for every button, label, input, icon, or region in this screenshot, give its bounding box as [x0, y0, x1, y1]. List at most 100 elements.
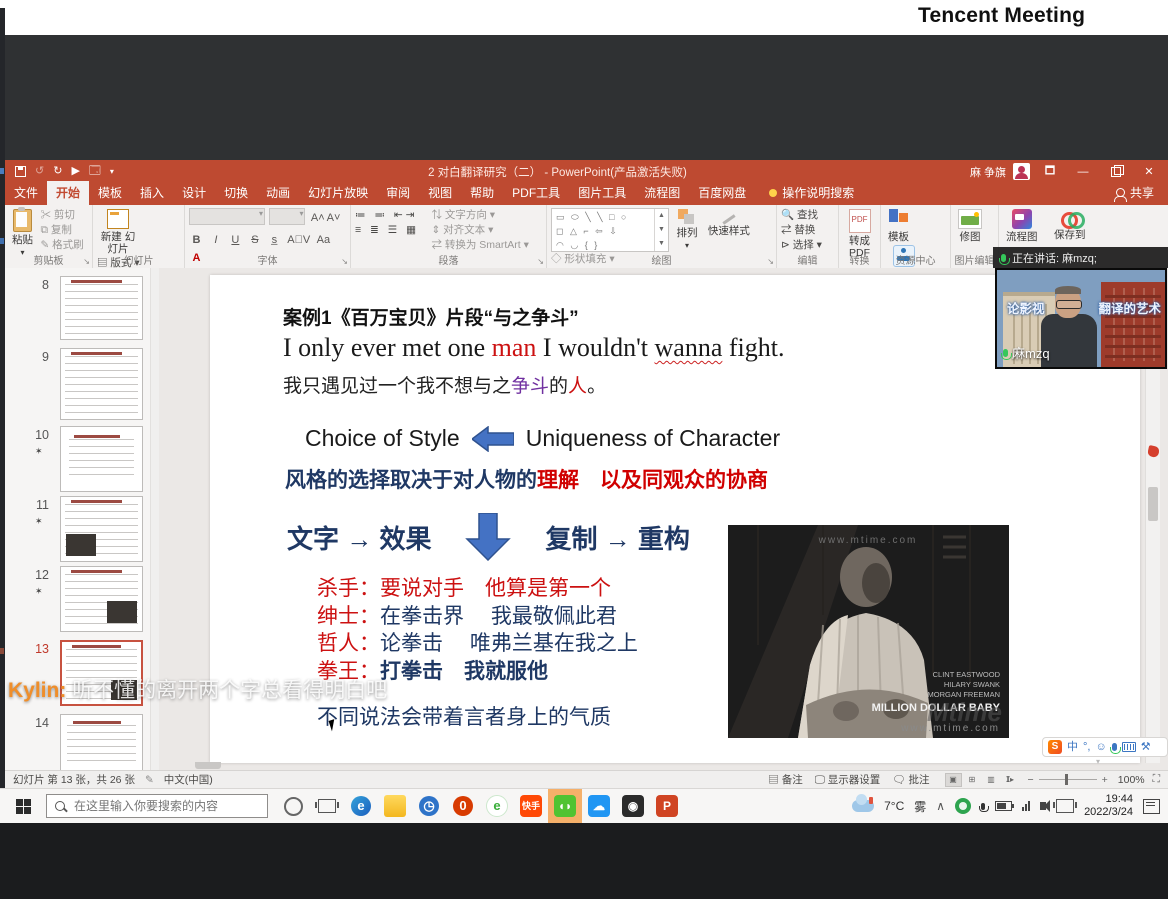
display-settings-button[interactable]: 🖵 显示器设置 [815, 772, 881, 787]
bold-button[interactable]: B [189, 234, 204, 246]
ime-emoji-icon[interactable]: ☺ [1095, 738, 1106, 756]
underline-button[interactable]: U [228, 234, 243, 246]
movie-still-image[interactable]: www.mtime.com CLINT EASTWOOD HILARY SWAN… [728, 525, 1009, 738]
tab-flowchart[interactable]: 流程图 [635, 181, 689, 205]
zoom-level[interactable]: 100% [1118, 774, 1145, 786]
language-indicator[interactable]: 中文(中国) [164, 772, 213, 787]
cut-button[interactable]: ✂ 剪切 [40, 208, 83, 223]
shrink-font-icon[interactable]: A˅ [326, 212, 342, 224]
tray-tablet-icon[interactable] [1056, 799, 1074, 813]
volume-icon[interactable] [1040, 802, 1046, 810]
tab-baidu-pan[interactable]: 百度网盘 [689, 181, 755, 205]
minimize-icon[interactable]: — [1070, 161, 1096, 182]
ime-toolbar[interactable]: S 中 °, ☺ ⚒ [1042, 737, 1168, 757]
arrange-button[interactable]: 排列▾ [673, 208, 700, 251]
replace-button[interactable]: ⇄ 替换 [781, 223, 834, 238]
template-button[interactable]: 模板 [885, 208, 912, 244]
align-text-button[interactable]: ⇕ 对齐文本 ▾ [431, 223, 528, 238]
taskbar-powerpoint[interactable]: P [650, 789, 684, 823]
preview-icon[interactable]: 🗔 [89, 166, 101, 177]
select-button[interactable]: ⊳ 选择 ▾ [781, 238, 834, 253]
view-slideshow-button[interactable]: 𝗜▸ [1002, 773, 1019, 787]
taskbar-search[interactable] [46, 794, 268, 818]
ime-collapse-icon[interactable]: ▾ [1096, 757, 1100, 766]
qat-customize-icon[interactable]: ▾ [110, 166, 114, 177]
slide-thumbnail[interactable] [60, 276, 143, 340]
align-buttons-row[interactable]: ≡ ≣ ☰ ▦ [355, 223, 427, 238]
view-reading-button[interactable]: ▥ [983, 773, 1000, 787]
restore-icon[interactable] [1103, 161, 1129, 182]
tab-help[interactable]: 帮助 [461, 181, 503, 205]
drawing-dialog-launcher-icon[interactable]: ↘ [767, 257, 774, 266]
spellcheck-icon[interactable]: ✎ [145, 774, 154, 786]
account-avatar[interactable] [1013, 163, 1030, 180]
taskbar-browser360[interactable]: e [480, 789, 514, 823]
font-dialog-launcher-icon[interactable]: ↘ [341, 257, 348, 266]
taskbar-clock[interactable]: 19:44 2022/3/24 [1084, 793, 1133, 819]
account-name[interactable]: 麻 争旗 [970, 164, 1006, 180]
taskbar-kuaishou[interactable]: 快手 [514, 789, 548, 823]
comments-button[interactable]: 🗨 批注 [892, 772, 929, 787]
tell-me-search[interactable]: 操作说明搜索 [769, 184, 854, 205]
zoom-slider[interactable] [1039, 779, 1097, 780]
weather-temp[interactable]: 7°C [884, 799, 904, 813]
tab-pdf-tools[interactable]: PDF工具 [503, 181, 569, 205]
close-icon[interactable]: ✕ [1136, 161, 1162, 182]
ime-keyboard-icon[interactable] [1122, 742, 1136, 752]
horizontal-scrollbar-piece[interactable] [195, 762, 221, 769]
ime-toolbox-icon[interactable]: ⚒ [1141, 738, 1151, 756]
start-button[interactable] [0, 789, 46, 823]
weather-icon[interactable] [852, 800, 874, 812]
flowchart-button[interactable]: 流程图 [1003, 208, 1041, 244]
text-shadow-icon[interactable]: s̲ [267, 234, 282, 246]
find-button[interactable]: 🔍 查找 [781, 208, 834, 223]
network-signal-icon[interactable] [1022, 801, 1030, 811]
tab-slideshow[interactable]: 幻灯片放映 [299, 181, 377, 205]
slide-thumbnail[interactable] [60, 426, 143, 492]
redo-icon[interactable]: ↻ [53, 166, 62, 177]
tab-template[interactable]: 模板 [89, 181, 131, 205]
cortana-button[interactable] [276, 789, 310, 823]
tray-green-app-icon[interactable] [955, 798, 971, 814]
taskbar-explorer[interactable] [378, 789, 412, 823]
slide-thumbnail[interactable] [60, 496, 143, 562]
tab-animations[interactable]: 动画 [257, 181, 299, 205]
taskbar-edge[interactable]: e [344, 789, 378, 823]
weather-condition[interactable]: 雾 [914, 798, 926, 815]
taskbar-wechat-active[interactable]: ◖◗ [548, 789, 582, 823]
save-to-button[interactable]: 保存到 [1051, 208, 1089, 242]
conclusion-line[interactable]: 不同说法会带着言者身上的气质 [317, 701, 611, 731]
ime-mode-chinese[interactable]: 中 [1067, 738, 1078, 756]
change-case-icon[interactable]: Aa [316, 234, 331, 246]
mapping-line[interactable]: 文字 → 效果 复制 → 重构 [287, 513, 690, 561]
clipboard-dialog-launcher-icon[interactable]: ↘ [83, 257, 90, 266]
quick-styles-button[interactable]: 快速样式 [705, 208, 753, 238]
slide-title[interactable]: 案例1《百万宝贝》片段“与之争斗” [283, 303, 579, 330]
tab-home[interactable]: 开始 [47, 181, 89, 205]
new-slide-button[interactable]: 新建 幻灯片 [97, 208, 139, 256]
ribbon-display-options-icon[interactable]: 🗖 [1037, 161, 1063, 182]
tab-view[interactable]: 视图 [419, 181, 461, 205]
format-painter-button[interactable]: ✎ 格式刷 [40, 238, 83, 253]
shape-gallery[interactable]: ▭ ⬭ ╲ ╲ □ ○◻ △ ⌐ ⇦ ⇩◠ ◡ { }▲▼▼ [551, 208, 669, 252]
grow-font-icon[interactable]: A˄ [310, 212, 326, 224]
action-center-icon[interactable] [1143, 799, 1160, 814]
slide-thumbnail[interactable] [60, 348, 143, 420]
battery-icon[interactable] [995, 801, 1012, 811]
character-spacing-icon[interactable]: A⃒V [286, 234, 311, 246]
task-view-button[interactable] [310, 789, 344, 823]
shape-gallery-scroll[interactable]: ▲▼▼ [654, 209, 668, 251]
slide-thumbnail[interactable] [60, 566, 143, 632]
fit-slide-button[interactable]: ⛶ [1153, 773, 1160, 786]
tray-chevron-icon[interactable]: ∧ [936, 799, 945, 813]
zoom-out-button[interactable]: − [1028, 774, 1034, 786]
tab-review[interactable]: 审阅 [377, 181, 419, 205]
style-line[interactable]: Choice of Style Uniqueness of Character [305, 425, 780, 452]
copy-button[interactable]: ⧉ 复制 [40, 223, 83, 238]
paste-button[interactable]: 粘贴▾ [9, 208, 36, 258]
font-name-select[interactable] [189, 208, 265, 225]
italic-button[interactable]: I [208, 234, 223, 246]
tab-design[interactable]: 设计 [173, 181, 215, 205]
slide-chinese-line[interactable]: 我只遇见过一个我不想与之争斗的人。 [283, 371, 606, 398]
text-direction-button[interactable]: ⇅ 文字方向 ▾ [431, 208, 528, 223]
